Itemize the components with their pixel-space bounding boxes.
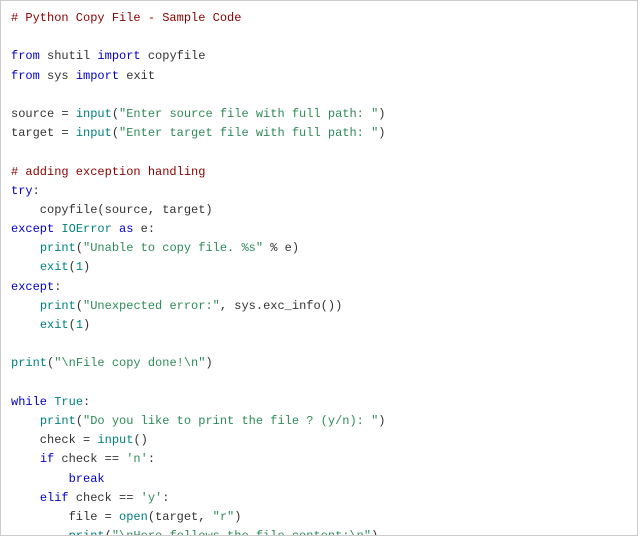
code-text: file = (11, 510, 119, 524)
punct: ) (378, 126, 385, 140)
code-text: % e) (263, 241, 299, 255)
code-text: check = (11, 433, 97, 447)
kw-from: from (11, 49, 40, 63)
kw-import: import (97, 49, 140, 63)
punct: ( (76, 241, 83, 255)
string: 'n' (126, 452, 148, 466)
kw-while: while (11, 395, 47, 409)
kw-except: except (11, 280, 54, 294)
builtin-input: input (76, 107, 112, 121)
indent (11, 414, 40, 428)
code-viewer: # Python Copy File - Sample Code from sh… (0, 0, 638, 536)
kw-import: import (76, 69, 119, 83)
builtin-exit: exit (40, 318, 69, 332)
kw-try: try (11, 184, 33, 198)
code-text: check == (69, 491, 141, 505)
string: "r" (213, 510, 235, 524)
string: 'y' (141, 491, 163, 505)
string: "\nFile copy done!\n" (54, 356, 205, 370)
code-text: check == (54, 452, 126, 466)
punct: ( (112, 126, 119, 140)
punct: ( (76, 414, 83, 428)
builtin-print: print (69, 529, 105, 536)
string: "Unexpected error:" (83, 299, 220, 313)
number: 1 (76, 260, 83, 274)
builtin-print: print (40, 241, 76, 255)
kw-except: except (11, 222, 54, 236)
code-text: exit (119, 69, 155, 83)
punct: ) (378, 107, 385, 121)
punct: () (133, 433, 147, 447)
code-comment: # adding exception handling (11, 165, 205, 179)
builtin-input: input (97, 433, 133, 447)
code-comment: # Python Copy File - Sample Code (11, 11, 241, 25)
code-text: shutil (40, 49, 98, 63)
indent (11, 241, 40, 255)
indent (11, 491, 40, 505)
string: "Do you like to print the file ? (y/n): … (83, 414, 378, 428)
code-text: copyfile (141, 49, 206, 63)
indent (11, 318, 40, 332)
builtin-print: print (40, 414, 76, 428)
string: "Enter source file with full path: " (119, 107, 378, 121)
builtin-ioerror: IOError (61, 222, 111, 236)
string: "\nHere follows the file content:\n" (112, 529, 371, 536)
builtin-print: print (11, 356, 47, 370)
number: 1 (76, 318, 83, 332)
punct: : (33, 184, 40, 198)
punct: ) (234, 510, 241, 524)
punct: : (162, 491, 169, 505)
punct: ( (76, 299, 83, 313)
kw-elif: elif (40, 491, 69, 505)
builtin-true: True (54, 395, 83, 409)
indent (11, 472, 69, 486)
code-text: copyfile(source, target) (11, 203, 213, 217)
punct: ) (83, 318, 90, 332)
indent (11, 529, 69, 536)
code-text: (target, (148, 510, 213, 524)
punct: : (148, 452, 155, 466)
kw-break: break (69, 472, 105, 486)
indent (11, 299, 40, 313)
punct: : (83, 395, 90, 409)
string: "Enter target file with full path: " (119, 126, 378, 140)
punct: ) (378, 414, 385, 428)
builtin-exit: exit (40, 260, 69, 274)
indent (11, 260, 40, 274)
code-text: target = (11, 126, 76, 140)
code-text: e: (133, 222, 155, 236)
builtin-input: input (76, 126, 112, 140)
punct: ( (69, 260, 76, 274)
builtin-print: print (40, 299, 76, 313)
punct: ) (83, 260, 90, 274)
punct: ( (112, 107, 119, 121)
code-text: source = (11, 107, 76, 121)
punct: ( (69, 318, 76, 332)
kw-if: if (40, 452, 54, 466)
string: "Unable to copy file. %s" (83, 241, 263, 255)
kw-from: from (11, 69, 40, 83)
builtin-open: open (119, 510, 148, 524)
punct: : (54, 280, 61, 294)
kw-as: as (112, 222, 134, 236)
indent (11, 452, 40, 466)
code-text: , sys.exc_info()) (220, 299, 342, 313)
punct: ) (371, 529, 378, 536)
code-text: sys (40, 69, 76, 83)
punct: ( (105, 529, 112, 536)
punct: ) (205, 356, 212, 370)
